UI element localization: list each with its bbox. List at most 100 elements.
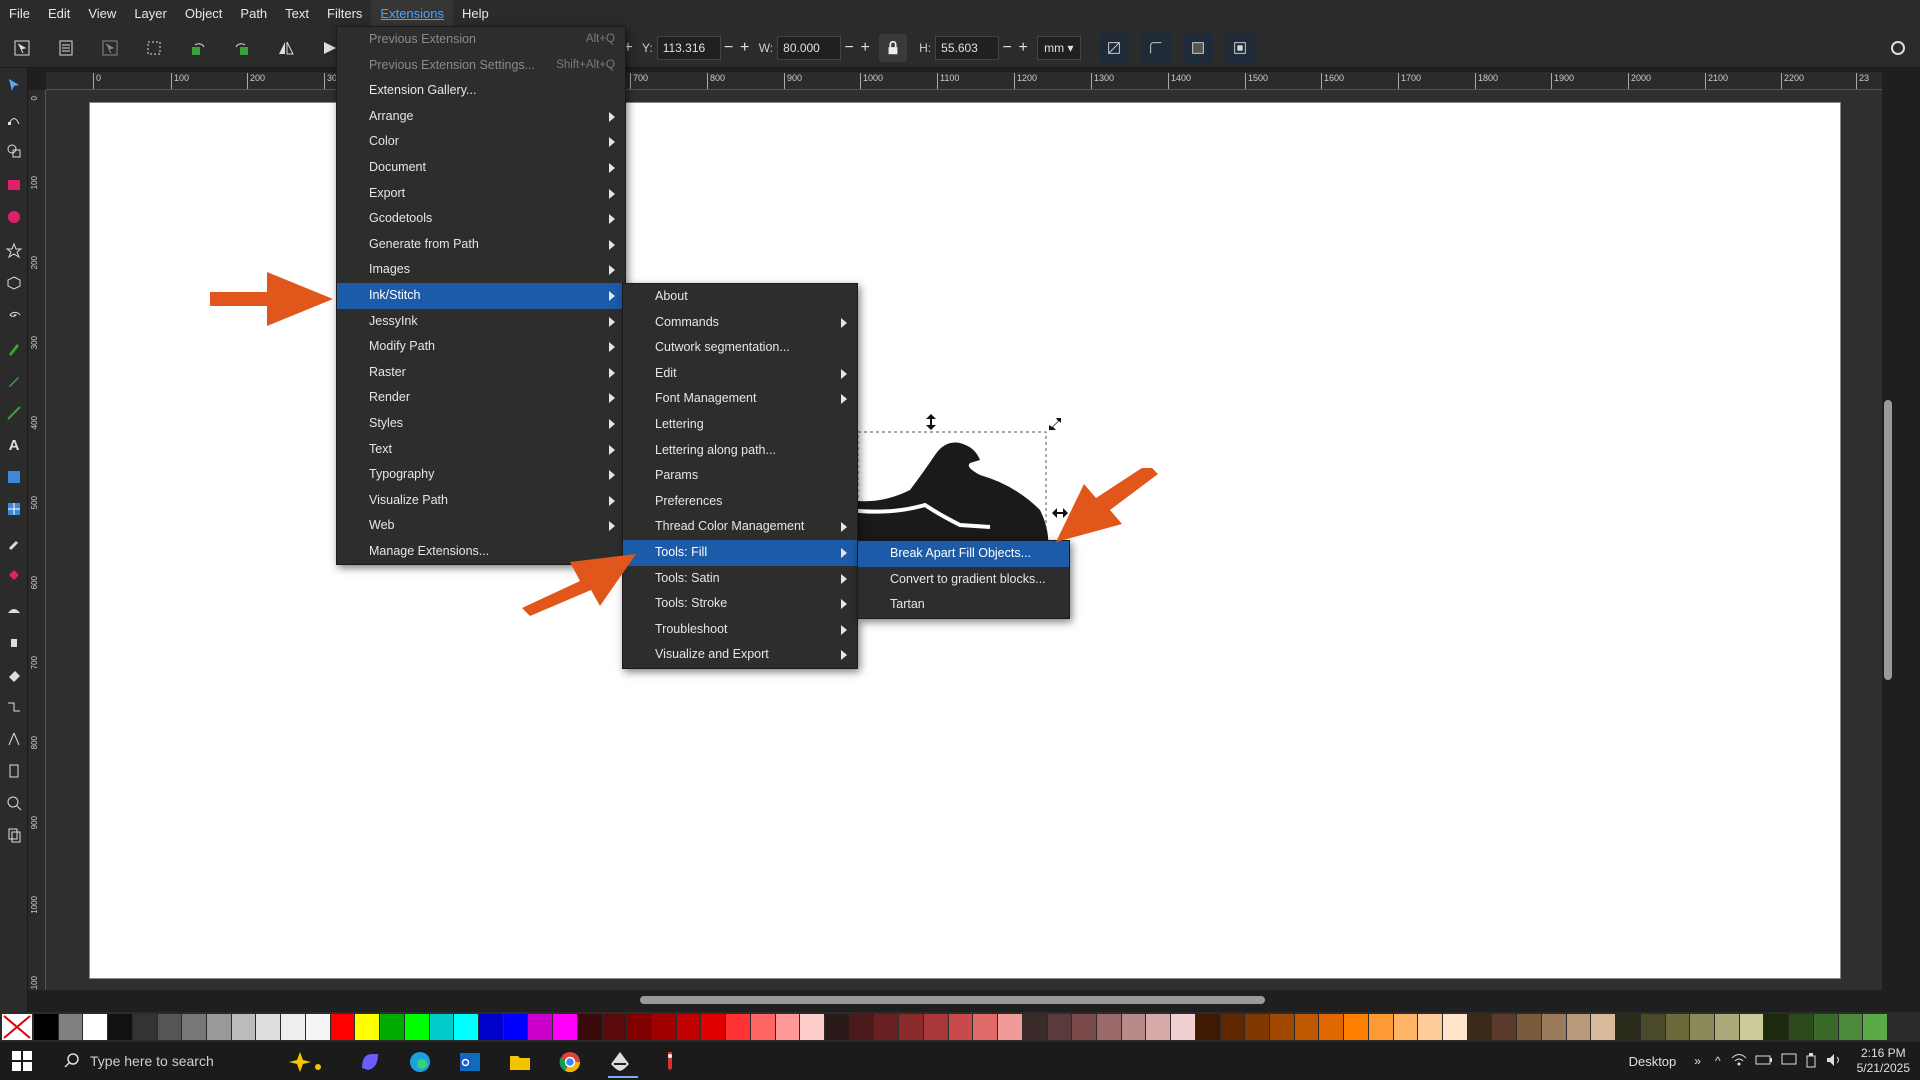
star-tool-icon[interactable] — [3, 240, 25, 262]
color-swatch[interactable] — [800, 1014, 825, 1040]
color-swatch[interactable] — [528, 1014, 553, 1040]
color-swatch[interactable] — [627, 1014, 651, 1040]
color-swatch[interactable] — [602, 1014, 627, 1040]
edge-browser-icon[interactable] — [408, 1050, 432, 1079]
color-swatch[interactable] — [1368, 1014, 1393, 1040]
menu-file[interactable]: File — [0, 0, 39, 28]
touch-select-icon[interactable] — [140, 34, 168, 62]
tweak-tool-icon[interactable] — [3, 598, 25, 620]
color-swatch[interactable] — [1418, 1014, 1443, 1040]
color-swatch[interactable] — [1566, 1014, 1591, 1040]
extensions-item-typography[interactable]: Typography — [337, 462, 625, 488]
move-gradients-button[interactable] — [1182, 32, 1213, 63]
rectangle-tool-icon[interactable] — [3, 174, 25, 196]
extensions-item-export[interactable]: Export — [337, 181, 625, 207]
selected-object-silhouette[interactable] — [840, 415, 1070, 550]
menu-extensions[interactable]: Extensions — [371, 0, 453, 28]
menu-help[interactable]: Help — [453, 0, 498, 28]
deselect-icon[interactable] — [96, 34, 124, 62]
h-increment-button[interactable]: + — [1015, 39, 1031, 57]
display-icon[interactable] — [1781, 1053, 1797, 1070]
color-swatch[interactable] — [973, 1014, 998, 1040]
unit-select[interactable]: mm ▾ — [1037, 35, 1081, 60]
color-swatch[interactable] — [1319, 1014, 1344, 1040]
color-swatch[interactable] — [998, 1014, 1022, 1040]
color-swatch[interactable] — [1220, 1014, 1245, 1040]
flip-horizontal-icon[interactable] — [272, 34, 300, 62]
color-swatch[interactable] — [1541, 1014, 1566, 1040]
spray-tool-icon[interactable] — [3, 630, 25, 652]
file-explorer-icon[interactable] — [508, 1050, 532, 1079]
inkstitch-item-cutwork-segmentation[interactable]: Cutwork segmentation... — [623, 335, 857, 361]
color-swatch[interactable] — [1022, 1014, 1047, 1040]
inkstitch-item-edit[interactable]: Edit — [623, 361, 857, 387]
move-patterns-button[interactable] — [1224, 32, 1255, 63]
vertical-ruler[interactable]: 0 100 200 300 400 500 600 700 800 900 1000 1100 — [28, 90, 46, 990]
connector-tool-icon[interactable] — [3, 696, 25, 718]
gradient-tool-icon[interactable] — [3, 466, 25, 488]
vertical-scrollbar[interactable] — [1884, 400, 1892, 680]
pen-tool-icon[interactable] — [3, 338, 25, 360]
w-field[interactable]: 80.000 — [777, 35, 842, 60]
color-swatch[interactable] — [1789, 1014, 1813, 1040]
usb-icon[interactable] — [1805, 1052, 1817, 1071]
select-all-layers-icon[interactable] — [52, 34, 80, 62]
color-swatch[interactable] — [1690, 1014, 1714, 1040]
color-swatch[interactable] — [726, 1014, 750, 1040]
color-swatch[interactable] — [1764, 1014, 1789, 1040]
paint-bucket-tool-icon[interactable] — [3, 564, 25, 586]
fill-item-break-apart-fill-objects[interactable]: Break Apart Fill Objects... — [858, 541, 1069, 567]
extensions-item-raster[interactable]: Raster — [337, 360, 625, 386]
scale-vertical-handle-icon[interactable] — [924, 413, 938, 431]
horizontal-ruler[interactable]: 0 100 200 300 700 800 900 1000 1100 1200 1300 1400 1… — [46, 72, 1882, 90]
color-swatch[interactable] — [281, 1014, 305, 1040]
color-swatch[interactable] — [1443, 1014, 1467, 1040]
w-increment-button[interactable]: + — [857, 39, 873, 57]
outlook-icon[interactable] — [458, 1050, 482, 1079]
network-icon[interactable] — [1731, 1053, 1747, 1070]
color-swatch[interactable] — [849, 1014, 874, 1040]
text-tool-icon[interactable]: A — [3, 434, 25, 456]
color-swatch[interactable] — [182, 1014, 207, 1040]
color-swatch[interactable] — [355, 1014, 380, 1040]
shape-builder-tool-icon[interactable] — [3, 140, 25, 162]
menu-path[interactable]: Path — [231, 0, 276, 28]
chrome-icon[interactable] — [558, 1050, 582, 1079]
color-swatch[interactable] — [256, 1014, 281, 1040]
fill-item-convert-to-gradient-blocks[interactable]: Convert to gradient blocks... — [858, 567, 1069, 593]
clock[interactable]: 2:16 PM 5/21/2025 — [1857, 1046, 1910, 1076]
measure-tool-icon[interactable] — [3, 760, 25, 782]
rotate-cw-icon[interactable] — [228, 34, 256, 62]
y-increment-button[interactable]: + — [737, 39, 753, 57]
extensions-item-document[interactable]: Document — [337, 155, 625, 181]
menu-text[interactable]: Text — [276, 0, 318, 28]
color-swatch[interactable] — [1146, 1014, 1171, 1040]
color-swatch[interactable] — [1714, 1014, 1739, 1040]
dropper-tool-icon[interactable] — [3, 532, 25, 554]
lock-ratio-button[interactable] — [879, 33, 908, 62]
extensions-item-gcodetools[interactable]: Gcodetools — [337, 206, 625, 232]
inkstitch-item-font-management[interactable]: Font Management — [623, 386, 857, 412]
extensions-item-ink-stitch[interactable]: Ink/Stitch — [337, 282, 625, 309]
more-overflow-icon[interactable]: » — [1694, 1054, 1701, 1068]
color-swatch[interactable] — [1294, 1014, 1319, 1040]
inkstitch-item-lettering[interactable]: Lettering — [623, 412, 857, 438]
extensions-item-render[interactable]: Render — [337, 385, 625, 411]
color-swatch[interactable] — [1171, 1014, 1195, 1040]
color-swatch[interactable] — [1270, 1014, 1294, 1040]
extensions-item-extension-gallery[interactable]: Extension Gallery... — [337, 78, 625, 104]
color-swatch[interactable] — [380, 1014, 404, 1040]
inkstitch-item-preferences[interactable]: Preferences — [623, 489, 857, 515]
menu-edit[interactable]: Edit — [39, 0, 79, 28]
extensions-item-modify-path[interactable]: Modify Path — [337, 334, 625, 360]
extensions-item-styles[interactable]: Styles — [337, 411, 625, 437]
rotate-ccw-icon[interactable] — [184, 34, 212, 62]
color-swatch[interactable] — [1591, 1014, 1616, 1040]
inkstitch-item-lettering-along-path[interactable]: Lettering along path... — [623, 438, 857, 464]
taskbar-search-box[interactable]: Type here to search — [48, 1042, 288, 1080]
color-swatch[interactable] — [1096, 1014, 1121, 1040]
extensions-item-jessyink[interactable]: JessyInk — [337, 309, 625, 335]
color-swatch[interactable] — [157, 1014, 182, 1040]
color-swatch[interactable] — [1121, 1014, 1146, 1040]
color-swatch[interactable] — [132, 1014, 157, 1040]
